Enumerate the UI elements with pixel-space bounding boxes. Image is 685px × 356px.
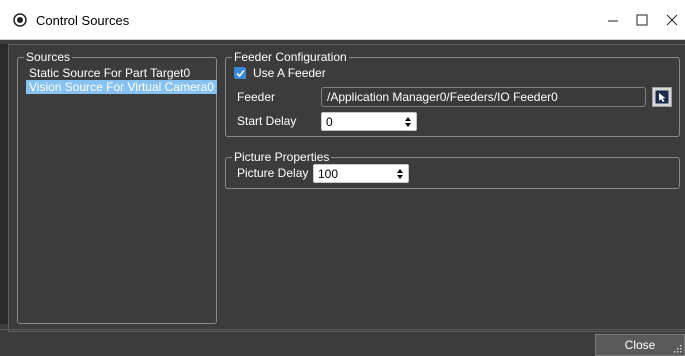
- feeder-path-field[interactable]: /Application Manager0/Feeders/IO Feeder0: [321, 87, 646, 107]
- start-delay-value: 0: [326, 115, 333, 129]
- up-down-arrows-icon[interactable]: [404, 116, 412, 128]
- use-feeder-checkbox[interactable]: [234, 67, 246, 79]
- picture-properties-legend: Picture Properties: [232, 150, 332, 164]
- maximize-button[interactable]: [632, 10, 652, 30]
- record-icon: [13, 13, 27, 27]
- browse-feeder-button[interactable]: [652, 87, 672, 107]
- close-button-label: Close: [624, 338, 656, 352]
- close-window-button[interactable]: [662, 10, 682, 30]
- source-item-vision[interactable]: Vision Source For Virtual Camera0: [26, 80, 217, 94]
- sources-legend: Sources: [24, 50, 73, 64]
- start-delay-label: Start Delay: [237, 114, 297, 128]
- feeder-config-legend: Feeder Configuration: [232, 50, 349, 64]
- picture-delay-spinner[interactable]: 100: [313, 164, 409, 183]
- picture-properties-group: Picture Properties Picture Delay 100: [225, 150, 680, 189]
- up-down-arrows-icon[interactable]: [396, 168, 404, 180]
- source-item-static[interactable]: Static Source For Part Target0: [26, 66, 193, 80]
- window-title: Control Sources: [36, 13, 130, 28]
- picture-delay-label: Picture Delay: [237, 166, 309, 180]
- use-feeder-label[interactable]: Use A Feeder: [253, 66, 326, 80]
- footer-divider: [0, 329, 685, 330]
- cursor-select-icon: [655, 90, 669, 104]
- picture-delay-value: 100: [318, 167, 339, 181]
- feeder-config-group: Feeder Configuration Use A Feeder Feeder…: [225, 50, 680, 137]
- sources-group: Sources Static Source For Part Target0 V…: [17, 50, 217, 324]
- minimize-button[interactable]: [603, 10, 623, 30]
- close-button[interactable]: Close: [595, 334, 685, 356]
- resize-grip-icon[interactable]: [674, 345, 682, 353]
- title-bar: Control Sources: [0, 0, 685, 40]
- start-delay-spinner[interactable]: 0: [321, 112, 417, 131]
- check-icon: [235, 68, 246, 79]
- side-strip: [0, 44, 8, 324]
- feeder-label: Feeder: [237, 90, 276, 104]
